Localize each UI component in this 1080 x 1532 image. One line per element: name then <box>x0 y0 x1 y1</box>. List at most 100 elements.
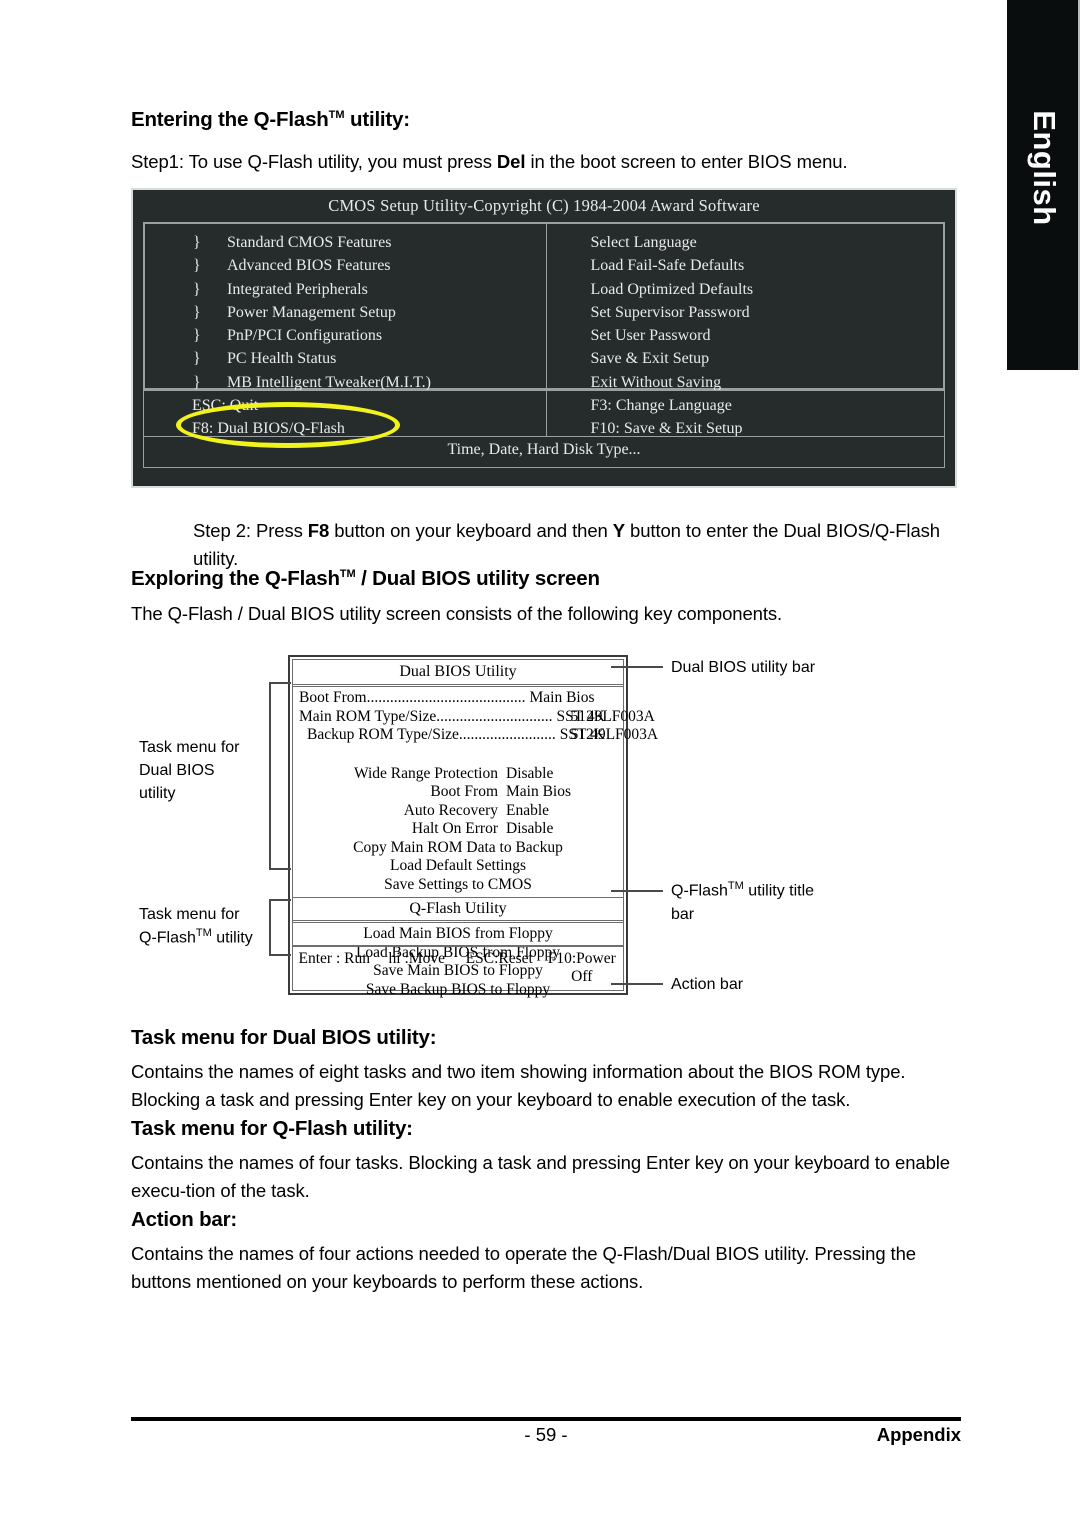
callout-line: Dual BIOS <box>139 762 215 780</box>
heading-exploring-tail: / Dual BIOS utility screen <box>355 567 600 590</box>
bios-menu-panel: } Standard CMOS Features } Advanced BIOS F… <box>143 222 945 391</box>
dualbios-task-item[interactable]: Load Default Settings <box>293 857 623 876</box>
action-f10-power-off: F10:Power Off <box>547 950 616 985</box>
dualbios-screen-inner-frame: Dual BIOS Utility Boot From.............… <box>292 659 658 998</box>
heading-task-menu-qflash: Task menu for Q-Flash utility: <box>131 1117 413 1140</box>
callout-qflash-text: Q-Flash <box>671 882 728 900</box>
qflash-task-item[interactable]: Load Main BIOS from Floppy <box>293 925 623 944</box>
step2-text-b: button on your keyboard and then <box>329 520 613 541</box>
step2-key-y: Y <box>612 520 625 541</box>
bios-menu-item-label: PC Health Status <box>227 350 337 368</box>
action-esc-reset: ESC:Reset <box>465 950 533 967</box>
leader-bracket-dualbios-top <box>269 682 291 684</box>
bios-key-legend: ESC: Quit F8: Dual BIOS/Q-Flash F3: Chan… <box>143 390 945 437</box>
leader-bracket-qflash-top <box>269 899 291 901</box>
step1-text-b: in the boot screen to enter BIOS menu. <box>525 151 848 172</box>
dualbios-task-item[interactable]: Save Settings to CMOS <box>293 876 623 895</box>
step1-key-del: Del <box>496 151 526 172</box>
callout-line: Q-FlashTM utility title <box>671 879 831 903</box>
heading-exploring-screen: Exploring the Q-FlashTM / Dual BIOS util… <box>131 567 600 591</box>
heading-action-bar: Action bar: <box>131 1208 237 1231</box>
bios-menu-item-label: Power Management Setup <box>227 303 396 321</box>
bios-menu-item[interactable]: } Advanced BIOS Features <box>193 254 546 277</box>
callout-line: Task menu for <box>139 739 240 756</box>
qflash-dualbios-diagram: Dual BIOS Utility Boot From.............… <box>131 640 961 1010</box>
callout-qflash-tail: utility title <box>743 882 815 900</box>
bios-menu-item[interactable]: } Power Management Setup <box>193 301 546 324</box>
dualbios-task-item[interactable]: Wide Range Protection Disable <box>293 765 623 784</box>
trademark-symbol: TM <box>328 109 345 122</box>
dualbios-task-value: Disable <box>506 820 554 837</box>
callout-line: Q-FlashTM utility <box>139 926 267 950</box>
bios-menu-item[interactable]: } Integrated Peripherals <box>193 278 546 301</box>
trademark-symbol: TM <box>195 927 212 940</box>
dualbios-task-item[interactable]: Halt On Error Disable <box>293 820 623 839</box>
bios-status-line: Time, Date, Hard Disk Type... <box>143 436 945 468</box>
heading-exploring-text: Exploring the Q-Flash <box>131 567 340 590</box>
dualbios-utility-screen: Dual BIOS Utility Boot From.............… <box>288 655 658 998</box>
dualbios-task-label: Wide Range Protection <box>353 764 498 782</box>
bios-menu-item[interactable]: Select Language <box>591 231 944 254</box>
action-enter-run: Enter : Run <box>298 950 370 967</box>
action-bar-paragraph: Contains the names of four actions neede… <box>131 1243 916 1293</box>
callout-dualbios-utility-bar: Dual BIOS utility bar <box>671 659 816 676</box>
bios-menu-item-label: MB Intelligent Tweaker(M.I.T.) <box>227 373 432 391</box>
brace-icon: } <box>193 257 201 275</box>
step2-paragraph: Step 2: Press F8 button on your keyboard… <box>193 517 963 573</box>
footer-section-label: Appendix <box>876 1424 961 1445</box>
language-tab: English <box>1007 0 1080 370</box>
step2-key-f8: F8 <box>307 520 330 541</box>
rom-info-rows: Boot From...............................… <box>293 687 658 745</box>
bios-title-bar: CMOS Setup Utility-Copyright (C) 1984-20… <box>328 196 760 215</box>
bios-menu-item[interactable]: Save & Exit Setup <box>591 347 944 370</box>
leader-line-action-bar <box>611 983 663 985</box>
leader-bracket-dualbios-vertical <box>269 682 271 869</box>
rom-info-label: Backup ROM Type/Size....................… <box>307 726 556 743</box>
dualbios-task-menu: Wide Range Protection Disable Boot From … <box>293 745 623 895</box>
dualbios-task-item[interactable]: Auto Recovery Enable <box>293 802 623 821</box>
trademark-symbol: TM <box>339 568 356 581</box>
bios-setup-screen: CMOS Setup Utility-Copyright (C) 1984-20… <box>131 188 957 488</box>
callout-line: utility <box>139 785 176 803</box>
page-number: - 59 - <box>524 1424 568 1445</box>
bios-menu-item-label: Integrated Peripherals <box>227 280 368 298</box>
bios-menu-item-label: PnP/PCI Configurations <box>227 327 383 345</box>
language-tab-label: English <box>1026 110 1062 226</box>
bios-key-column-left: ESC: Quit F8: Dual BIOS/Q-Flash <box>144 391 547 437</box>
leader-line-qflash-title-bar <box>611 890 663 892</box>
leader-bracket-qflash-bottom <box>269 954 291 956</box>
dualbios-task-item[interactable]: Boot From Main Bios <box>293 783 623 802</box>
bios-menu-item[interactable]: Load Optimized Defaults <box>591 278 944 301</box>
bios-menu-item-label: Standard CMOS Features <box>227 234 392 251</box>
leader-bracket-qflash-vertical <box>269 899 271 955</box>
bios-menu-item[interactable]: Load Fail-Safe Defaults <box>591 254 944 277</box>
brace-icon: } <box>193 350 201 368</box>
callout-qflash-utility-title-bar: Q-FlashTM utility title bar <box>671 879 831 926</box>
bios-key-column-right: F3: Change Language F10: Save & Exit Set… <box>547 391 945 437</box>
page-content: Entering the Q-FlashTM utility: Step1: T… <box>131 0 961 1532</box>
dualbios-task-label: Auto Recovery <box>403 801 498 819</box>
bios-menu-item[interactable]: } PnP/PCI Configurations <box>193 324 546 347</box>
heading-entering-qflash: Entering the Q-FlashTM utility: <box>131 108 410 132</box>
dualbios-task-item[interactable]: Copy Main ROM Data to Backup <box>293 839 623 858</box>
bios-menu-item[interactable]: Set Supervisor Password <box>591 301 944 324</box>
callout-qflash-tail: utility <box>211 929 253 947</box>
brace-icon: } <box>193 234 201 251</box>
bios-menu-column-left: } Standard CMOS Features } Advanced BIOS F… <box>145 224 547 391</box>
bios-menu-item[interactable]: Set User Password <box>591 324 944 347</box>
dualbios-task-value: Disable <box>506 764 554 782</box>
rom-info-row: Backup ROM Type/Size....................… <box>293 726 658 745</box>
bios-menu-column-right: Select Language Load Fail-Safe Defaults … <box>547 224 944 391</box>
rom-info-label: Main ROM Type/Size......................… <box>299 707 553 725</box>
exploring-body-paragraph: The Q-Flash / Dual BIOS utility screen c… <box>131 603 783 624</box>
brace-icon: } <box>193 327 201 345</box>
bios-menu-item[interactable]: } PC Health Status <box>193 347 546 370</box>
callout-task-menu-dualbios: Task menu for Dual BIOS utility <box>139 736 259 806</box>
rom-info-row: Main ROM Type/Size......................… <box>293 707 655 727</box>
bios-key-esc-quit: ESC: Quit <box>192 397 259 414</box>
leader-bracket-dualbios-bottom <box>269 868 291 870</box>
rom-info-label: Boot From...............................… <box>299 689 526 706</box>
callout-qflash-text: Q-Flash <box>139 929 196 947</box>
dualbios-task-label: Halt On Error <box>411 820 498 837</box>
bios-menu-item[interactable]: } Standard CMOS Features <box>193 231 546 254</box>
